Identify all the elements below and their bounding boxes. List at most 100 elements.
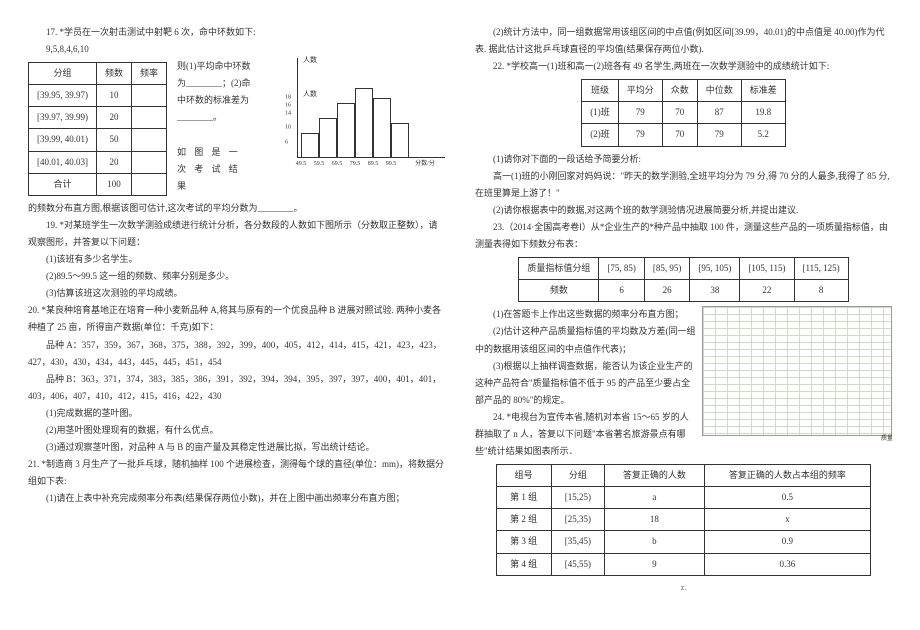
td <box>132 107 167 129</box>
td <box>132 85 167 107</box>
q22-1: (1)请你对下面的一段话给予简要分析: <box>475 151 892 168</box>
td: x <box>704 509 871 531</box>
ytick: 6 <box>285 137 288 148</box>
th: 频数 <box>97 63 132 85</box>
td: [40.01, 40.03] <box>29 151 97 173</box>
td: [15,25) <box>551 487 605 509</box>
th: 众数 <box>662 80 697 102</box>
xtick: 89.5 <box>368 159 379 170</box>
th: 平均分 <box>618 80 662 102</box>
th: [95, 105) <box>690 258 740 280</box>
td: 0.36 <box>704 553 871 575</box>
td: b <box>605 531 704 553</box>
td: 70 <box>662 124 697 146</box>
bar <box>337 103 355 158</box>
q17-right: 则(1)平均命中环数为________；(2)命中环数的标准差为________… <box>177 58 255 195</box>
left-column: 17. *学员在一次射击测试中射靶 6 次，命中环数如下: 9,5,8,4,6,… <box>28 24 445 606</box>
th: 组号 <box>496 465 551 487</box>
q20-3: (3)通过观察茎叶图，对品种 A 与 B 的亩产量及其稳定性进展比拟，写出统计结… <box>28 439 445 456</box>
q17-side: 如 图 是 一 次 考 试 结 果 <box>177 144 255 195</box>
td: 26 <box>644 280 690 302</box>
bar <box>391 123 409 158</box>
q21-2: (2)统计方法中，同一组数据常用该组区间的中点值(例如区间[39.99，40.0… <box>475 24 892 58</box>
td: 0.9 <box>704 531 871 553</box>
q20-b: 品种 B：363，371，374，383，385，386，391，392，394… <box>28 371 445 405</box>
td: 19.8 <box>741 102 785 124</box>
q19: 19. *对某班学生一次数学测验成绩进行统计分析，各分数段的人数如下图所示（分数… <box>28 217 445 251</box>
td: 79 <box>697 124 741 146</box>
th: 分组 <box>29 63 97 85</box>
q18-tail: 的频数分布直方图,根据该图可估计,这次考试的平均分数为________。 <box>28 200 445 217</box>
td: [45,55) <box>551 553 605 575</box>
td: 38 <box>690 280 740 302</box>
td: 10 <box>97 85 132 107</box>
bar <box>355 88 373 158</box>
q24-table: 组号 分组 答复正确的人数 答复正确的人数占本组的频率 第 1 组[15,25)… <box>496 464 871 575</box>
q22-2: (2)请你根据表中的数据,对这两个班的数学测验情况进展简要分析,并提出建议. <box>475 202 892 219</box>
xtick: 79.5 <box>350 159 361 170</box>
td: 第 1 组 <box>496 487 551 509</box>
th: 质量指标值分组 <box>519 258 599 280</box>
th: 标准差 <box>741 80 785 102</box>
td <box>132 173 167 195</box>
q21-1: (1)请在上表中补充完成频率分布表(结果保存两位小数)，并在上图中画出频率分布直… <box>28 490 445 507</box>
td: 第 2 组 <box>496 509 551 531</box>
td: [25,35) <box>551 509 605 531</box>
xtick: 59.5 <box>314 159 325 170</box>
td: 79 <box>618 124 662 146</box>
td: (1)班 <box>582 102 619 124</box>
q22: 22. *学校高一(1)班和高一(2)班各有 49 名学生,两班在一次数学测验中… <box>475 58 892 75</box>
td: 50 <box>97 129 132 151</box>
th: [85, 95) <box>644 258 690 280</box>
grid-chart: 频率/组距 质量指标值 <box>702 306 892 436</box>
ylabel2: 人数 <box>303 88 317 101</box>
td <box>132 151 167 173</box>
q17-intro: 17. *学员在一次射击测试中射靶 6 次，命中环数如下: <box>28 24 445 41</box>
q23-table: 质量指标值分组 [75, 85) [85, 95) [95, 105) [105… <box>518 257 848 302</box>
td: 6 <box>599 280 645 302</box>
th: 频率 <box>132 63 167 85</box>
q20-1: (1)完成数据的茎叶图。 <box>28 405 445 422</box>
td: 合计 <box>29 173 97 195</box>
td: 频数 <box>519 280 599 302</box>
td: 第 4 组 <box>496 553 551 575</box>
q17-table: 分组 频数 频率 [39.95, 39.97)10 [39.97, 39.99)… <box>28 62 167 196</box>
td: 70 <box>662 102 697 124</box>
td: 8 <box>794 280 848 302</box>
ytick: 10 <box>285 122 291 133</box>
td: 5.2 <box>741 124 785 146</box>
td: 9 <box>605 553 704 575</box>
xtick: 69.5 <box>332 159 343 170</box>
bar <box>373 98 391 158</box>
grid-ylabel: 频率/组距 <box>699 306 725 308</box>
th: 答复正确的人数 <box>605 465 704 487</box>
td: 20 <box>97 151 132 173</box>
q21: 21. *制造商 3 月生产了一批乒乓球，随机抽样 100 个进展检查，测得每个… <box>28 456 445 490</box>
xtick: 99.5 <box>386 159 397 170</box>
td: a <box>605 487 704 509</box>
q19-2: (2)89.5～99.5 这一组的频数、频率分别是多少。 <box>28 268 445 285</box>
q22-table: 班级 平均分 众数 中位数 标准差 (1)班79708719.8 (2)班797… <box>581 79 786 146</box>
xtick: 分数/分 <box>415 159 435 170</box>
td: [39.97, 39.99) <box>29 107 97 129</box>
td: 第 3 组 <box>496 531 551 553</box>
bar <box>301 133 319 158</box>
th: 答复正确的人数占本组的频率 <box>704 465 871 487</box>
td: 0.5 <box>704 487 871 509</box>
axis-y <box>297 58 298 158</box>
td: (2)班 <box>582 124 619 146</box>
histogram-chart: 人数 12 人数 18 16 14 10 6 49.5 59.5 69.5 79… <box>275 58 445 168</box>
td: [35,45) <box>551 531 605 553</box>
q20-a: 品种 A：357，359，367，368，375，388，392，399，400… <box>28 337 445 371</box>
q19-1: (1)该班有多少名学生。 <box>28 251 445 268</box>
ylabel: 人数 <box>303 54 317 67</box>
td: [39.95, 39.97) <box>29 85 97 107</box>
th: [115, 125) <box>794 258 848 280</box>
xtick: 49.5 <box>296 159 307 170</box>
right-column: (2)统计方法中，同一组数据常用该组区间的中点值(例如区间[39.99，40.0… <box>475 24 892 606</box>
td: [39.99, 40.01) <box>29 129 97 151</box>
td: 22 <box>740 280 794 302</box>
grid-xlabel: 质量指标值 <box>881 434 892 445</box>
td <box>132 129 167 151</box>
q23-block: 频率/组距 质量指标值 (1)在答题卡上作出这些数据的频率分布直方图； (2)估… <box>475 306 892 460</box>
